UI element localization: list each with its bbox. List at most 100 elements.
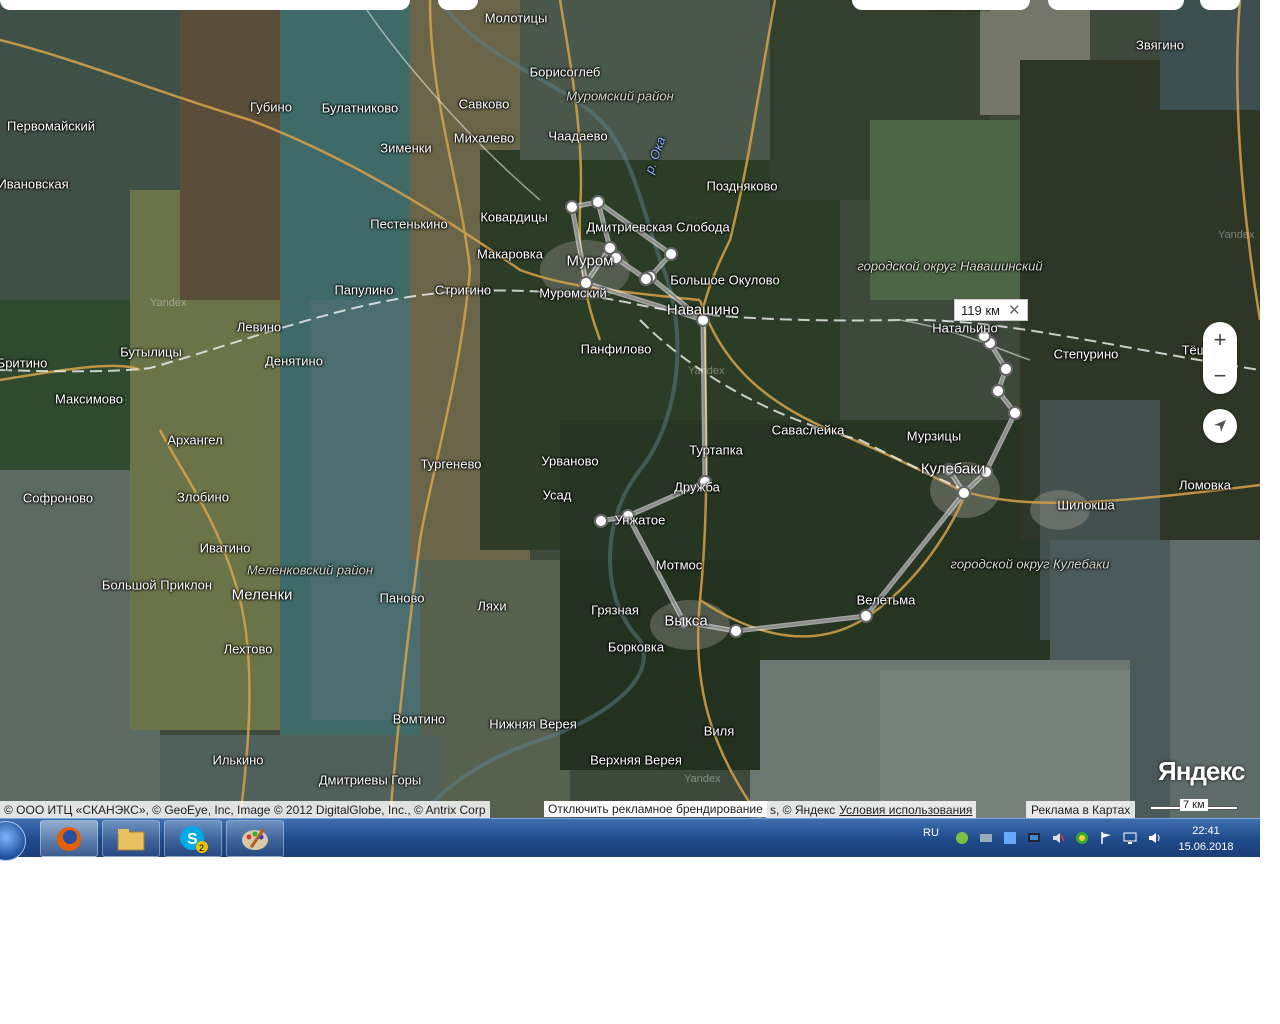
place-label: Чаадаево bbox=[548, 128, 608, 144]
place-label: Ломовка bbox=[1178, 477, 1232, 493]
place-label: Виля bbox=[703, 723, 735, 739]
route-waypoint[interactable] bbox=[565, 200, 579, 214]
clock[interactable]: 22:41 15.06.2018 bbox=[1170, 823, 1242, 855]
place-label: Мурзицы bbox=[906, 428, 962, 444]
place-label: Поздняково bbox=[706, 178, 778, 194]
explorer-task[interactable] bbox=[102, 820, 160, 857]
svg-text:Yandex: Yandex bbox=[684, 773, 721, 785]
place-label: Пестенькино bbox=[370, 216, 448, 232]
place-label: Папулино bbox=[334, 282, 394, 298]
place-label: Ковардицы bbox=[480, 209, 548, 225]
place-label: Лехтово bbox=[223, 641, 273, 657]
svg-text:Yandex: Yandex bbox=[688, 365, 725, 377]
place-label: Стригино bbox=[434, 282, 492, 298]
place-label: Грязная bbox=[591, 602, 639, 618]
route-waypoint[interactable] bbox=[594, 514, 608, 528]
volume-icon[interactable] bbox=[1147, 831, 1161, 845]
top-button[interactable] bbox=[1048, 0, 1184, 10]
tray-icon[interactable] bbox=[1075, 831, 1089, 845]
place-label: Муром bbox=[566, 252, 614, 270]
network-icon[interactable] bbox=[1027, 831, 1041, 845]
clock-time: 22:41 bbox=[1192, 825, 1220, 837]
start-button[interactable] bbox=[0, 821, 26, 861]
place-label: Усад bbox=[542, 487, 572, 503]
terms-link[interactable]: Условия использования bbox=[839, 803, 972, 817]
zoom-in-button[interactable]: + bbox=[1203, 322, 1237, 358]
close-icon[interactable]: ✕ bbox=[1008, 301, 1021, 319]
display-icon[interactable] bbox=[1123, 831, 1137, 845]
firefox-icon bbox=[57, 826, 81, 851]
place-label: Иватино bbox=[199, 540, 251, 556]
route-waypoint[interactable] bbox=[957, 486, 971, 500]
place-label: Дружба bbox=[674, 479, 720, 495]
route-waypoint[interactable] bbox=[991, 384, 1005, 398]
top-button[interactable] bbox=[438, 0, 478, 10]
satellite-map[interactable]: Yandex Yandex Yandex Yandex Молотицы Звяг… bbox=[0, 0, 1260, 818]
place-label: Илькино bbox=[212, 752, 264, 768]
place-label: Борисоглеб bbox=[529, 64, 601, 80]
place-label: Меленки bbox=[231, 586, 293, 604]
tray-icon[interactable] bbox=[979, 831, 993, 845]
place-label: Большой Приклон bbox=[101, 577, 213, 593]
search-bar[interactable] bbox=[0, 0, 410, 10]
speaker-muted-icon[interactable] bbox=[1051, 831, 1065, 845]
tray-icon[interactable] bbox=[1003, 831, 1017, 845]
place-label: Туртапка bbox=[689, 442, 743, 458]
place-label: Выкса bbox=[664, 612, 708, 630]
flag-icon[interactable] bbox=[1099, 831, 1113, 845]
route-waypoint[interactable] bbox=[729, 624, 743, 638]
place-label: Нижняя Верея bbox=[489, 716, 577, 732]
place-label: Натальино bbox=[932, 320, 998, 336]
zoom-control: + − bbox=[1203, 322, 1237, 394]
geolocation-button[interactable] bbox=[1203, 409, 1237, 443]
skype-task[interactable]: S2 bbox=[164, 820, 222, 857]
route-waypoint[interactable] bbox=[639, 272, 653, 286]
place-label: Злобино bbox=[177, 489, 229, 505]
top-button[interactable] bbox=[1200, 0, 1240, 10]
disable-branding-button[interactable]: Отключить рекламное брендирование bbox=[544, 801, 767, 817]
scale-bar: 7 км bbox=[1150, 799, 1238, 816]
paint-palette-icon bbox=[242, 827, 268, 850]
place-label: Первомайский bbox=[7, 118, 95, 134]
location-arrow-icon bbox=[1214, 420, 1226, 432]
svg-text:Yandex: Yandex bbox=[1218, 229, 1255, 241]
ads-link[interactable]: Реклама в Картах bbox=[1026, 801, 1136, 818]
route-waypoint[interactable] bbox=[591, 195, 605, 209]
place-label: Велетьма bbox=[856, 592, 916, 608]
place-label: Тургенево bbox=[420, 456, 482, 472]
zoom-out-button[interactable]: − bbox=[1203, 358, 1237, 394]
place-label: Муромский bbox=[539, 285, 607, 301]
paint-task[interactable] bbox=[226, 820, 284, 857]
satellite-imagery: Yandex Yandex Yandex Yandex bbox=[0, 0, 1260, 818]
place-label: Ивановская bbox=[0, 176, 69, 192]
top-button[interactable] bbox=[852, 0, 1030, 10]
svg-text:2: 2 bbox=[199, 843, 204, 853]
route-waypoint[interactable] bbox=[664, 247, 678, 261]
place-label: Архангел bbox=[167, 432, 223, 448]
place-label: Молотицы bbox=[484, 10, 548, 26]
route-distance-tooltip: 119 км ✕ bbox=[954, 299, 1028, 321]
place-label: Левино bbox=[236, 319, 282, 335]
place-label: Звягино bbox=[1135, 37, 1185, 53]
scale-value: 7 км bbox=[1180, 799, 1208, 811]
place-label: Денятино bbox=[265, 353, 323, 369]
route-waypoint[interactable] bbox=[859, 609, 873, 623]
place-label: Губино bbox=[250, 99, 292, 115]
route-waypoint[interactable] bbox=[999, 362, 1013, 376]
copyright-tail-text: s, © Яндекс bbox=[770, 802, 836, 817]
place-label: Унжатое bbox=[614, 512, 666, 528]
area-label: городской округ Навашинский bbox=[857, 258, 1043, 274]
place-label: Бритино bbox=[0, 355, 48, 371]
route-waypoint[interactable] bbox=[1008, 406, 1022, 420]
firefox-task[interactable] bbox=[40, 820, 98, 857]
clock-date: 15.06.2018 bbox=[1178, 841, 1234, 853]
place-label: Вомтино bbox=[392, 711, 446, 727]
place-label: Паново bbox=[379, 590, 425, 606]
place-label: Михалево bbox=[453, 130, 515, 146]
tray-icon[interactable] bbox=[955, 831, 969, 845]
place-label: Мотмос bbox=[655, 557, 703, 573]
place-label: Навашино bbox=[666, 301, 740, 319]
place-label: Дмитриевы Горы bbox=[318, 772, 422, 788]
place-label: Зименки bbox=[380, 140, 432, 156]
language-indicator[interactable]: RU bbox=[923, 827, 939, 839]
